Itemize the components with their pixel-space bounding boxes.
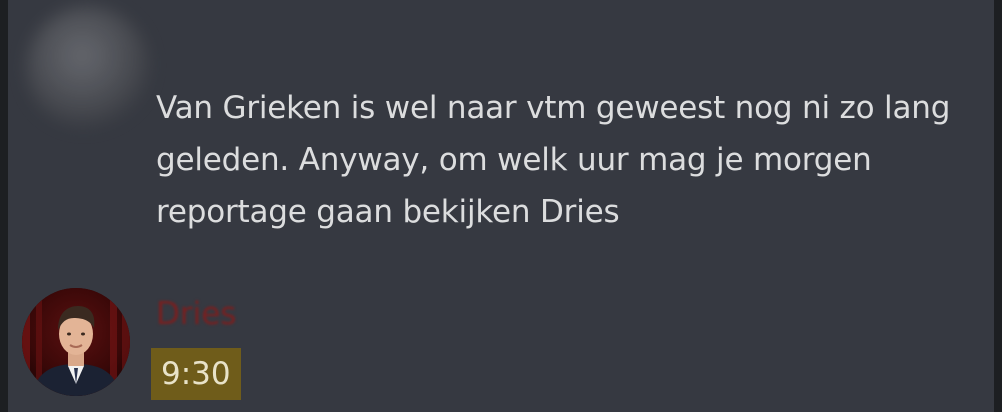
avatar[interactable] [22, 288, 130, 396]
previous-author-avatar-blurred [26, 6, 150, 130]
highlighted-message-text: 9:30 [151, 348, 241, 400]
username[interactable]: Dries [156, 296, 236, 332]
chat-panel: Van Grieken is wel naar vtm geweest nog … [8, 0, 994, 412]
message-text: Van Grieken is wel naar vtm geweest nog … [156, 90, 951, 230]
person-avatar-icon [22, 288, 130, 396]
